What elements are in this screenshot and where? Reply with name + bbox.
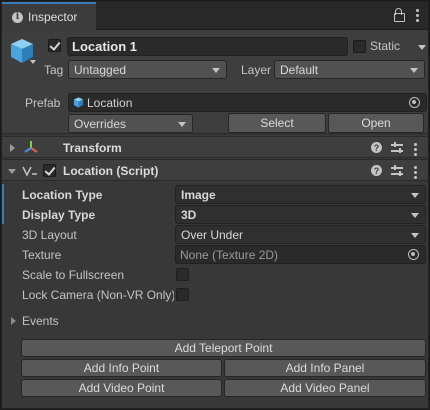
lock-camera-toggle[interactable] <box>176 288 189 301</box>
tag-label: Tag <box>44 63 64 77</box>
location-type-value: Image <box>181 187 216 202</box>
script-enabled-checkbox[interactable] <box>43 164 56 177</box>
script-icon <box>22 166 37 177</box>
add-info-panel-button[interactable]: Add Info Panel <box>224 359 426 377</box>
add-info-panel-label: Add Info Panel <box>285 361 365 375</box>
location-type-dropdown[interactable]: Image <box>175 185 426 204</box>
add-video-point-button[interactable]: Add Video Point <box>21 379 222 397</box>
info-icon: i <box>12 11 23 23</box>
layer-dropdown[interactable]: Default <box>274 60 425 79</box>
tab-inspector-label: Inspector <box>28 10 78 24</box>
static-dropdown[interactable] <box>414 38 428 57</box>
texture-value: None (Texture 2D) <box>180 247 279 262</box>
texture-label: Texture <box>22 248 62 262</box>
open-button-label: Open <box>361 116 391 130</box>
chevron-down-icon <box>212 68 220 73</box>
scale-fullscreen-toggle[interactable] <box>176 268 189 281</box>
scale-fullscreen-label: Scale to Fullscreen <box>22 268 125 282</box>
name-field-value: Location 1 <box>72 39 138 54</box>
select-button[interactable]: Select <box>228 113 326 133</box>
name-field[interactable]: Location 1 <box>67 37 348 56</box>
chevron-down-icon <box>411 213 419 218</box>
modified-indicator-bar <box>2 184 4 224</box>
add-info-point-button[interactable]: Add Info Point <box>21 359 222 377</box>
events-foldout-icon[interactable] <box>11 317 16 325</box>
foldout-collapsed-icon[interactable] <box>10 144 15 152</box>
chevron-down-icon <box>178 122 186 127</box>
layout-3d-value: Over Under <box>181 227 244 242</box>
chevron-down-icon <box>410 68 418 73</box>
prefab-small-cube-icon <box>73 97 84 108</box>
more-options-icon[interactable] <box>416 8 420 22</box>
add-teleport-point-button[interactable]: Add Teleport Point <box>21 339 426 357</box>
presets-icon[interactable] <box>391 165 403 176</box>
help-icon[interactable]: ? <box>371 142 382 153</box>
prefab-label: Prefab <box>25 96 61 110</box>
tag-dropdown[interactable]: Untagged <box>68 60 227 79</box>
inspector-panel: i Inspector Location 1 Static Tag Untagg… <box>1 1 429 409</box>
location-type-label: Location Type <box>22 188 103 202</box>
location-script-title: Location (Script) <box>63 164 159 178</box>
open-button[interactable]: Open <box>328 113 424 133</box>
lock-camera-label: Lock Camera (Non-VR Only) <box>22 288 174 302</box>
add-video-panel-button[interactable]: Add Video Panel <box>224 379 426 397</box>
overrides-dropdown[interactable]: Overrides <box>68 114 193 133</box>
presets-icon[interactable] <box>391 142 403 153</box>
gameobject-header: Location 1 Static Tag Untagged Layer Def… <box>2 30 428 134</box>
layout-3d-label: 3D Layout <box>22 228 77 242</box>
display-type-dropdown[interactable]: 3D <box>175 205 426 224</box>
static-label: Static <box>370 39 401 53</box>
active-checkbox[interactable] <box>48 39 61 52</box>
select-button-label: Select <box>260 116 294 130</box>
texture-field[interactable]: None (Texture 2D) <box>175 245 426 264</box>
lock-icon[interactable] <box>393 8 405 22</box>
object-picker-icon[interactable] <box>408 249 419 260</box>
help-icon[interactable]: ? <box>371 165 382 176</box>
component-menu-icon[interactable] <box>414 142 418 156</box>
events-foldout-label[interactable]: Events <box>22 314 59 328</box>
tab-strip: i Inspector <box>2 2 428 30</box>
add-teleport-point-label: Add Teleport Point <box>174 341 273 355</box>
layer-label: Layer <box>241 63 272 77</box>
display-type-label: Display Type <box>22 208 96 222</box>
foldout-expanded-icon[interactable] <box>8 169 16 174</box>
object-picker-icon[interactable] <box>409 97 420 108</box>
tag-dropdown-value: Untagged <box>74 62 127 77</box>
display-type-value: 3D <box>181 207 197 222</box>
component-menu-icon[interactable] <box>414 165 418 179</box>
prefab-field-value: Location <box>87 95 133 110</box>
transform-axes-icon <box>24 141 38 153</box>
chevron-down-icon <box>411 233 419 238</box>
prefab-field[interactable]: Location <box>68 93 427 112</box>
add-info-point-label: Add Info Point <box>83 361 160 375</box>
transform-title: Transform <box>63 141 122 155</box>
icon-dropdown-caret[interactable] <box>30 60 36 64</box>
overrides-dropdown-label: Overrides <box>74 116 127 131</box>
layer-dropdown-value: Default <box>280 62 319 77</box>
tab-tools <box>393 8 420 22</box>
static-checkbox[interactable] <box>353 40 366 53</box>
add-video-point-label: Add Video Point <box>78 381 165 395</box>
transform-component-header[interactable]: Transform ? <box>2 136 428 158</box>
layout-3d-dropdown[interactable]: Over Under <box>175 225 426 244</box>
chevron-down-icon <box>411 193 419 198</box>
tab-inspector[interactable]: i Inspector <box>2 2 96 30</box>
add-video-panel-label: Add Video Panel <box>280 381 370 395</box>
location-script-header[interactable]: Location (Script) ? <box>2 159 428 181</box>
